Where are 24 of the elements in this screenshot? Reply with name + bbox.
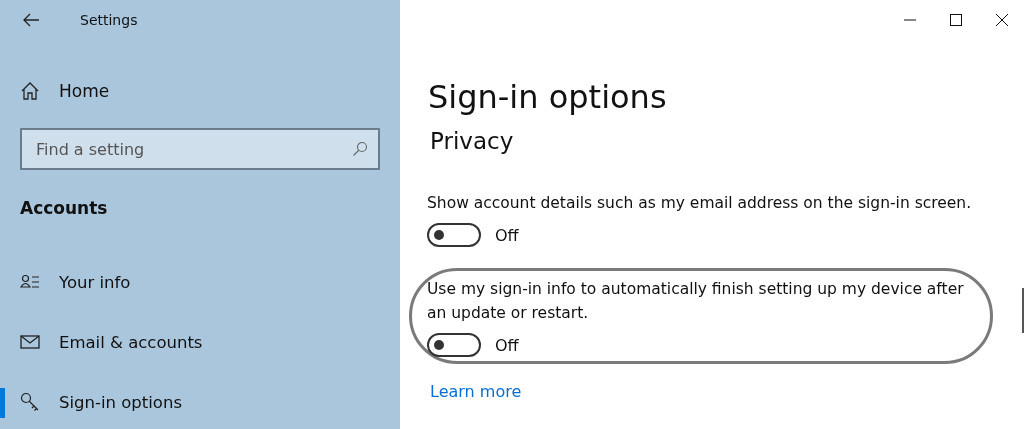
search-field[interactable]: Find a setting: [20, 128, 380, 170]
back-icon[interactable]: [22, 13, 40, 27]
sidebar-item[interactable]: Your info: [20, 262, 380, 302]
window-title: Settings: [80, 12, 138, 28]
setting-description: Show account details such as my email address on the sign-in screen.: [427, 193, 972, 214]
toggle-state: Off: [495, 335, 519, 355]
toggle-switch[interactable]: [427, 223, 481, 247]
page-title: Sign-in options: [428, 77, 668, 118]
maximize-icon[interactable]: [950, 14, 962, 26]
scrollbar-thumb[interactable]: [1022, 288, 1024, 333]
sidebar-item[interactable]: Email & accounts: [20, 322, 380, 362]
toggle-switch[interactable]: [427, 333, 481, 357]
toggle-state: Off: [495, 225, 519, 245]
home-icon: [20, 81, 40, 101]
setting-description: Use my sign-in info to automatically finish setting up my device after an update or restart.: [427, 279, 965, 324]
section-heading: Privacy: [430, 127, 515, 156]
search-icon: [352, 141, 368, 157]
section-heading: Accounts: [20, 198, 109, 218]
home-link[interactable]: Home: [20, 71, 380, 111]
learn-more-link[interactable]: Learn more: [430, 382, 522, 401]
key-icon: [20, 392, 40, 412]
close-icon[interactable]: [996, 14, 1008, 26]
sidebar-item[interactable]: Sign-in options: [20, 382, 380, 422]
mail-icon: [20, 332, 40, 352]
